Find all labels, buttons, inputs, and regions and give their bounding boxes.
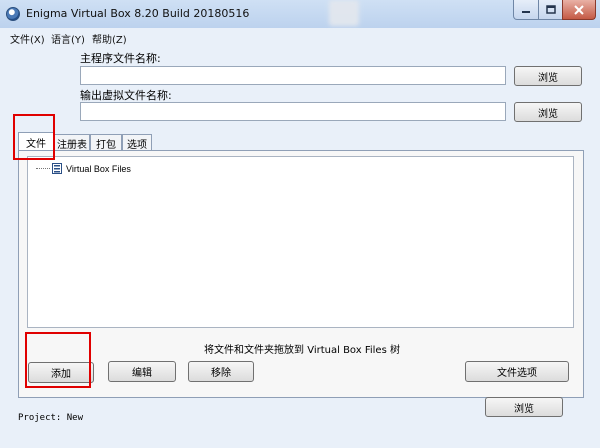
tree-root-item[interactable]: Virtual Box Files — [36, 163, 131, 174]
menu-language[interactable]: 语言(Y) — [51, 31, 85, 46]
virtual-files-tree[interactable]: Virtual Box Files — [27, 156, 574, 328]
tree-root-label: Virtual Box Files — [66, 163, 131, 174]
maximize-button[interactable] — [538, 0, 563, 20]
main-exe-input[interactable] — [80, 66, 506, 85]
title-bar[interactable]: Enigma Virtual Box 8.20 Build 20180516 — [0, 0, 600, 28]
menu-help[interactable]: 帮助(Z) — [92, 31, 127, 46]
highlight-box-add-button — [25, 332, 91, 388]
close-icon — [574, 4, 584, 15]
tree-connector — [36, 168, 50, 169]
tab-options[interactable]: 选项 — [122, 134, 152, 151]
output-file-input[interactable] — [80, 102, 506, 121]
minimize-button[interactable] — [513, 0, 539, 20]
file-options-button[interactable]: 文件选项 — [465, 361, 569, 382]
project-status: Project: New — [18, 413, 84, 423]
edit-button[interactable]: 编辑 — [108, 361, 176, 382]
enigma-app-icon — [6, 7, 20, 21]
process-button[interactable]: 浏览 — [485, 397, 563, 417]
window-title: Enigma Virtual Box 8.20 Build 20180516 — [26, 7, 250, 20]
remove-button[interactable]: 移除 — [188, 361, 254, 382]
highlight-box-files-tab — [13, 114, 55, 160]
output-file-browse-button[interactable]: 浏览 — [514, 102, 582, 122]
app-window: Enigma Virtual Box 8.20 Build 20180516 文… — [0, 0, 600, 448]
file-list-icon — [52, 163, 62, 174]
maximize-icon — [545, 5, 556, 14]
tab-registry[interactable]: 注册表 — [54, 134, 90, 151]
output-file-label: 输出虚拟文件名称: — [80, 89, 172, 102]
menu-bar: 文件(X) 语言(Y) 帮助(Z) — [0, 28, 600, 46]
menu-file[interactable]: 文件(X) — [10, 31, 45, 46]
tab-packaging[interactable]: 打包 — [90, 134, 122, 151]
close-button[interactable] — [562, 0, 596, 20]
drop-hint-text: 将文件和文件夹拖放到 Virtual Box Files 树 — [204, 345, 400, 356]
main-exe-browse-button[interactable]: 浏览 — [514, 66, 582, 86]
main-exe-label: 主程序文件名称: — [80, 52, 161, 65]
minimize-icon — [522, 10, 530, 13]
blurred-area — [329, 0, 359, 26]
